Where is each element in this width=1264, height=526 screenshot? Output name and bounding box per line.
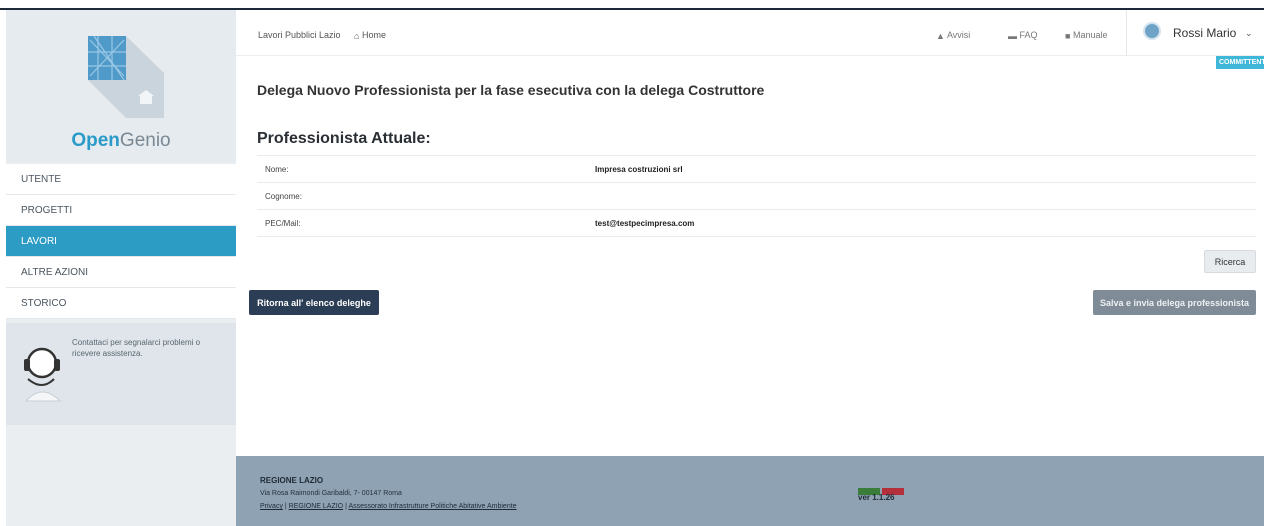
logo-area[interactable]: OpenGenio (6, 10, 236, 162)
table-row: Nome: Impresa costruzioni srl (257, 155, 1256, 183)
sidebar-item-utente[interactable]: UTENTE (6, 164, 236, 195)
avvisi-label: Avvisi (946, 30, 971, 40)
sidebar-item-altre-azioni[interactable]: ALTRE AZIONI (6, 257, 236, 288)
faq-link[interactable]: ▬ FAQ (1008, 30, 1038, 41)
detail-value: Impresa costruzioni srl (587, 155, 1256, 183)
user-name: Rossi Mario (1173, 26, 1237, 40)
home-label: Home (361, 30, 386, 40)
assessorato-link[interactable]: Assessorato Infrastrutture Politiche Abi… (348, 503, 516, 510)
book-icon: ■ (1065, 30, 1071, 41)
version-label: ver 1.1.26 (858, 493, 895, 502)
opengenio-logo-icon (88, 35, 164, 118)
sidebar: OpenGenio UTENTE PROGETTI LAVORI ALTRE A… (6, 10, 236, 526)
home-icon: ⌂ (354, 30, 360, 41)
role-badge: COMMITTENTE (1216, 56, 1264, 69)
support-text: Contattaci per segnalarci problemi o ric… (72, 338, 201, 358)
back-to-delegations-button[interactable]: Ritorna all' elenco deleghe (249, 290, 379, 315)
support-box[interactable]: Contattaci per segnalarci problemi o ric… (6, 323, 236, 425)
sidebar-menu: UTENTE PROGETTI LAVORI ALTRE AZIONI STOR… (6, 164, 236, 319)
page-title: Delega Nuovo Professionista per la fase … (257, 82, 765, 98)
save-and-send-button[interactable]: Salva e invia delega professionista (1093, 290, 1256, 315)
detail-label: Nome: (257, 155, 587, 183)
top-border (0, 0, 1264, 10)
avatar (1143, 22, 1161, 40)
brand-name: OpenGenio (71, 130, 171, 151)
bell-icon: ▲ (936, 30, 945, 41)
table-row: PEC/Mail: test@testpecimpresa.com (257, 209, 1256, 237)
footer-links: Privacy | REGIONE LAZIO | Assessorato In… (260, 503, 517, 510)
table-row: Cognome: (257, 182, 1256, 210)
headset-icon (24, 347, 62, 402)
sidebar-item-lavori[interactable]: LAVORI (6, 226, 236, 257)
regione-lazio-link[interactable]: REGIONE LAZIO (289, 503, 343, 510)
professional-details-table: Nome: Impresa costruzioni srl Cognome: P… (257, 155, 1256, 237)
footer-title: REGIONE LAZIO (260, 476, 324, 485)
faq-label: FAQ (1019, 30, 1038, 40)
user-menu[interactable]: Rossi Mario ⌄ (1126, 10, 1264, 56)
footer-address: Via Rosa Raimondi Garibaldi, 7- 00147 Ro… (260, 490, 402, 497)
avvisi-link[interactable]: ▲ Avvisi (936, 30, 970, 41)
top-bar: Lavori Pubblici Lazio ⌂ Home ▲ Avvisi ▬ … (236, 10, 1264, 56)
manuale-label: Manuale (1072, 30, 1108, 40)
manuale-link[interactable]: ■ Manuale (1065, 30, 1107, 41)
privacy-link[interactable]: Privacy (260, 503, 283, 510)
detail-label: Cognome: (257, 182, 587, 210)
footer: REGIONE LAZIO Via Rosa Raimondi Garibald… (236, 456, 1264, 526)
chat-icon: ▬ (1008, 30, 1017, 41)
detail-label: PEC/Mail: (257, 209, 587, 237)
breadcrumb-site[interactable]: Lavori Pubblici Lazio (258, 30, 341, 40)
sidebar-item-progetti[interactable]: PROGETTI (6, 195, 236, 226)
breadcrumb-home[interactable]: ⌂ Home (354, 30, 386, 41)
search-button[interactable]: Ricerca (1204, 250, 1256, 273)
section-title: Professionista Attuale: (257, 130, 431, 147)
detail-value: test@testpecimpresa.com (587, 209, 1256, 237)
detail-value (587, 182, 1256, 210)
sidebar-item-storico[interactable]: STORICO (6, 288, 236, 319)
chevron-down-icon: ⌄ (1245, 28, 1253, 38)
